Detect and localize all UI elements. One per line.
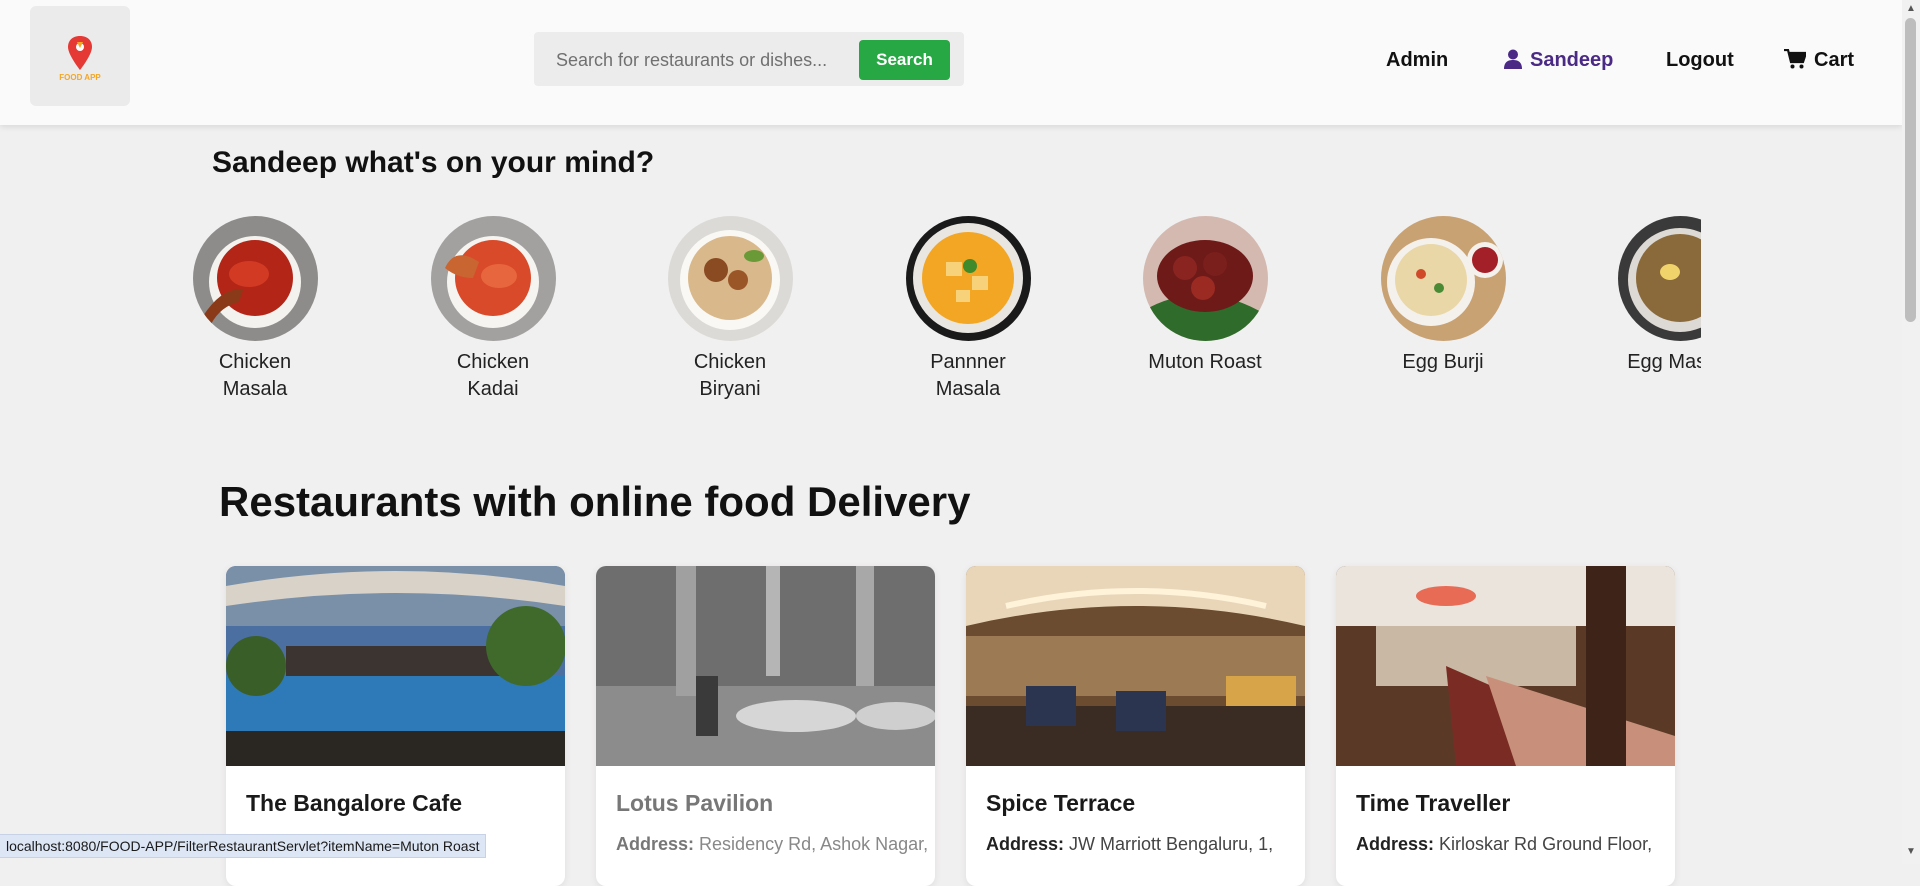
dish-name: Muton Roast bbox=[1148, 351, 1262, 373]
chicken-masala-photo bbox=[192, 216, 318, 341]
egg-burji-photo bbox=[1380, 216, 1506, 341]
scroll-up-arrow-icon[interactable]: ▲ bbox=[1906, 3, 1916, 15]
logo-text: FOOD APP bbox=[59, 73, 101, 82]
app-logo[interactable]: FOOD APP bbox=[30, 6, 130, 106]
restaurant-name: Lotus Pavilion bbox=[616, 790, 774, 816]
restaurant-name: The Bangalore Cafe bbox=[246, 790, 462, 816]
mutton-roast-photo bbox=[1142, 216, 1268, 341]
top-header: FOOD APP Search Admin Sandeep Logout Car… bbox=[0, 0, 1902, 125]
dish-item[interactable]: Chicken Kadai bbox=[408, 216, 578, 403]
user-icon bbox=[1504, 49, 1522, 69]
search-button[interactable]: Search bbox=[859, 40, 950, 80]
restaurant-address: Address: Residency Rd, Ashok Nagar, bbox=[616, 834, 929, 854]
restaurant-name: Spice Terrace bbox=[986, 790, 1136, 816]
scrollbar-thumb[interactable] bbox=[1905, 18, 1916, 322]
dish-name: Chicken Biryani bbox=[693, 351, 767, 400]
dish-name: Chicken Kadai bbox=[456, 351, 530, 400]
paneer-masala-photo bbox=[905, 216, 1031, 341]
dish-name: Egg Masala bbox=[1627, 351, 1701, 373]
restaurant-name: Time Traveller bbox=[1356, 790, 1511, 816]
nav-cart-label: Cart bbox=[1814, 49, 1855, 71]
dish-item[interactable]: Pannner Masala bbox=[883, 216, 1053, 403]
link-status-bar: localhost:8080/FOOD-APP/FilterRestaurant… bbox=[0, 834, 487, 858]
restaurant-photo bbox=[966, 566, 1305, 766]
nav-logout-link[interactable]: Logout bbox=[1666, 47, 1734, 73]
restaurant-address: Address: Kirloskar Rd Ground Floor, bbox=[1356, 834, 1653, 854]
restaurant-address: Address: JW Marriott Bengaluru, 1, bbox=[986, 834, 1274, 854]
restaurant-card[interactable]: Time Traveller Address: Kirloskar Rd Gro… bbox=[1336, 566, 1675, 886]
dish-item[interactable]: Muton Roast bbox=[1120, 216, 1290, 376]
restaurant-photo bbox=[1336, 566, 1675, 766]
restaurant-card[interactable]: Lotus Pavilion Address: Residency Rd, As… bbox=[596, 566, 935, 886]
search-input[interactable] bbox=[542, 38, 858, 82]
dish-item[interactable]: Chicken Biryani bbox=[645, 216, 815, 403]
restaurants-section-title: Restaurants with online food Delivery bbox=[219, 478, 971, 525]
cart-icon bbox=[1784, 49, 1806, 69]
search-form: Search bbox=[534, 32, 964, 86]
egg-masala-photo bbox=[1617, 216, 1701, 341]
location-pin-icon bbox=[68, 36, 92, 70]
restaurant-photo bbox=[596, 566, 935, 766]
dish-name: Chicken Masala bbox=[218, 351, 292, 400]
chicken-biryani-photo bbox=[667, 216, 793, 341]
chicken-kadai-photo bbox=[430, 216, 556, 341]
nav-cart-link[interactable]: Cart bbox=[1784, 47, 1854, 73]
restaurant-photo bbox=[226, 566, 565, 766]
nav-user-link[interactable]: Sandeep bbox=[1504, 47, 1613, 73]
dish-item[interactable]: Chicken Masala bbox=[190, 216, 340, 403]
dish-carousel: Chicken Masala Chicken Kadai Chicken Bir… bbox=[190, 214, 1701, 414]
dish-item[interactable]: Egg Burji bbox=[1358, 216, 1528, 376]
dish-item[interactable]: Egg Masala bbox=[1595, 216, 1701, 376]
dish-name: Egg Burji bbox=[1402, 351, 1484, 373]
restaurant-card[interactable]: Spice Terrace Address: JW Marriott Benga… bbox=[966, 566, 1305, 886]
dish-name: Pannner Masala bbox=[930, 351, 1006, 400]
nav-admin-link[interactable]: Admin bbox=[1386, 47, 1448, 73]
nav-user-label: Sandeep bbox=[1530, 49, 1614, 71]
scroll-down-arrow-icon[interactable]: ▼ bbox=[1906, 846, 1916, 858]
mind-section-title: Sandeep what's on your mind? bbox=[212, 146, 655, 179]
